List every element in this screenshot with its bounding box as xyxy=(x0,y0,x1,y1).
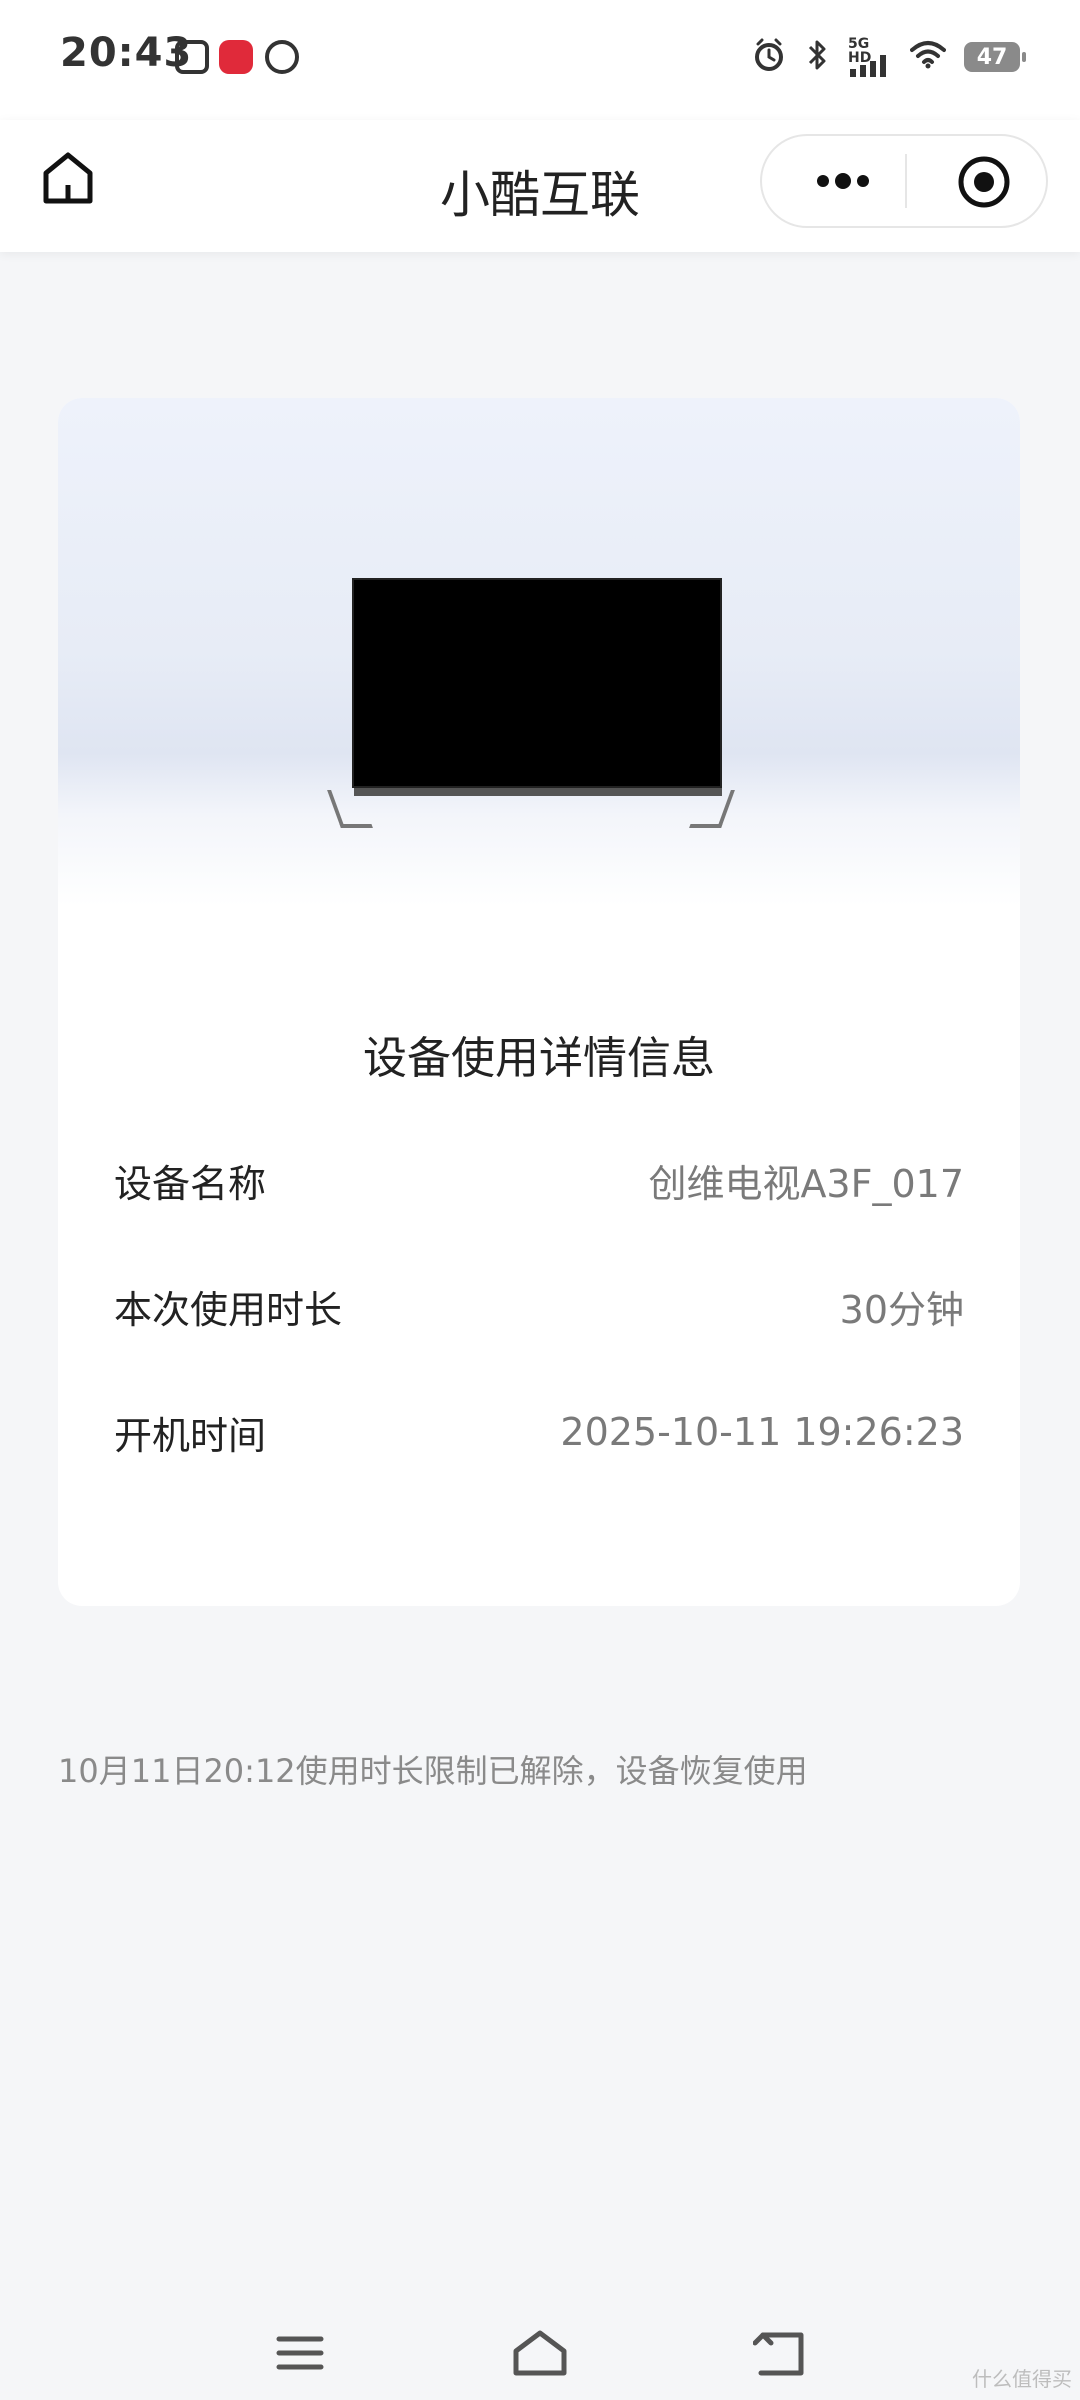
info-label: 设备名称 xyxy=(114,1161,267,1206)
device-detail-card: 设备使用详情信息 设备名称 创维电视A3F_017 本次使用时长 30分钟 开机… xyxy=(58,398,1020,1606)
tv-screen xyxy=(352,578,722,788)
more-button[interactable] xyxy=(802,136,884,226)
nav-home-button[interactable] xyxy=(505,2318,575,2388)
section-title: 设备使用详情信息 xyxy=(363,1033,715,1084)
signal-icon: 5G HD xyxy=(848,37,892,77)
system-navigation-bar xyxy=(0,2300,1080,2400)
back-icon xyxy=(753,2332,804,2376)
alarm-icon xyxy=(752,38,786,76)
info-row-power-on-time: 开机时间 2025-10-11 19:26:23 xyxy=(114,1402,964,1462)
info-value: 2025-10-11 19:26:23 xyxy=(560,1410,964,1454)
more-dots-icon xyxy=(817,173,869,189)
nav-back-button[interactable] xyxy=(745,2318,815,2388)
info-value: 30分钟 xyxy=(839,1287,964,1332)
info-value: 创维电视A3F_017 xyxy=(648,1161,964,1206)
close-button[interactable] xyxy=(956,154,1012,210)
tv-illustration xyxy=(327,578,748,828)
app-header: 小酷互联 xyxy=(0,120,1080,252)
info-label: 开机时间 xyxy=(114,1413,267,1458)
info-label: 本次使用时长 xyxy=(114,1287,343,1332)
status-time: 20:43 xyxy=(60,30,193,76)
device-hero xyxy=(58,398,1020,906)
watermark: 什么值得买 xyxy=(972,2367,1072,2391)
app-icon-c xyxy=(265,40,299,74)
target-close-icon xyxy=(958,156,1010,208)
battery-icon: 47 xyxy=(964,42,1026,72)
app-icon-a xyxy=(175,40,209,74)
home-icon xyxy=(513,2330,567,2376)
usage-limit-notice: 10月11日20:12使用时长限制已解除，设备恢复使用 xyxy=(58,1752,808,1790)
nav-menu-button[interactable] xyxy=(265,2318,335,2388)
bluetooth-icon xyxy=(804,37,830,77)
capsule-divider xyxy=(905,154,907,208)
battery-level: 47 xyxy=(976,44,1008,70)
status-bar: 20:43 5G HD 47 xyxy=(0,0,1080,120)
app-icon-b xyxy=(219,40,253,74)
wifi-icon xyxy=(910,40,946,74)
menu-icon xyxy=(276,2336,324,2370)
status-icons: 5G HD 47 xyxy=(752,34,1026,80)
tv-bezel-bottom xyxy=(354,788,722,796)
info-row-device-name: 设备名称 创维电视A3F_017 xyxy=(114,1150,964,1210)
mini-program-capsule xyxy=(760,134,1048,228)
info-row-usage-duration: 本次使用时长 30分钟 xyxy=(114,1276,964,1336)
